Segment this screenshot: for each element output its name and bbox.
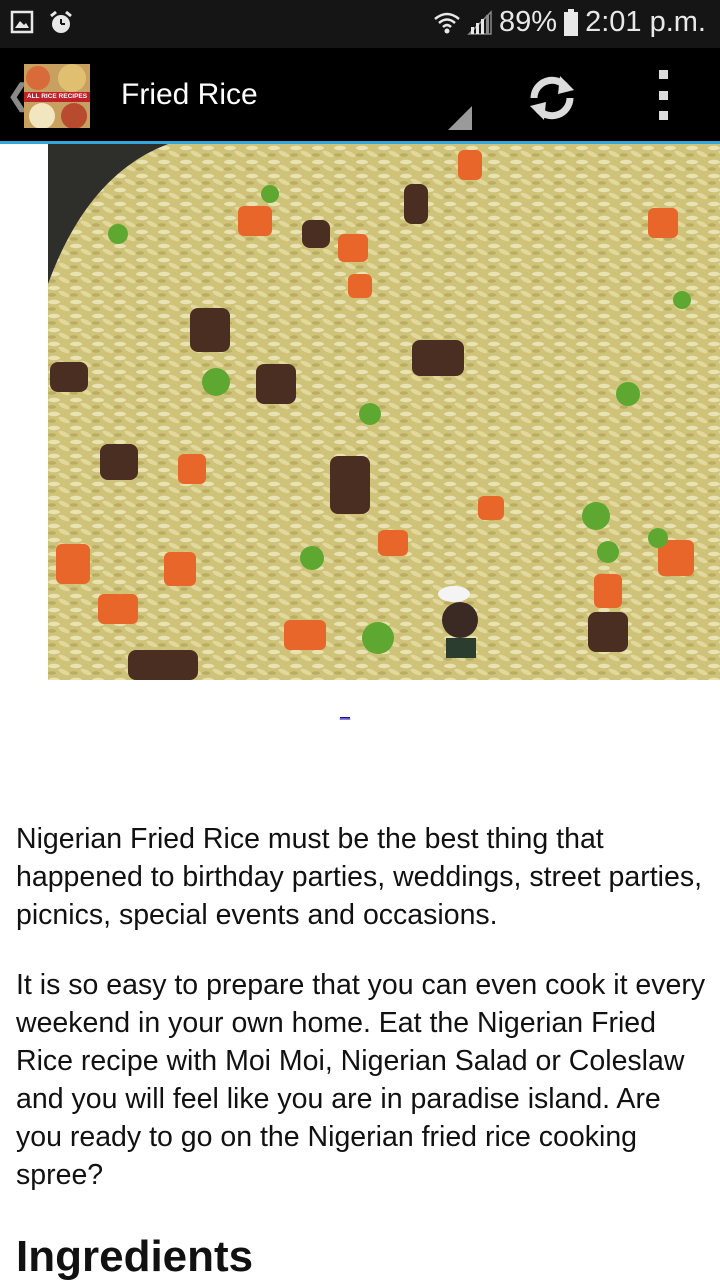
app-icon-text: ALL RICE RECIPES: [26, 93, 88, 100]
battery-percent: 89%: [499, 6, 558, 38]
spinner-indicator[interactable]: [448, 106, 472, 130]
alarm-icon: [50, 10, 72, 33]
overflow-menu-icon: [658, 70, 668, 79]
battery-icon: [564, 8, 579, 36]
refresh-button[interactable]: [522, 68, 582, 128]
status-bar: 89% 2:01 p.m.: [0, 0, 720, 48]
signal-icon: [467, 9, 492, 35]
clock: 2:01 p.m.: [585, 6, 706, 38]
image-link[interactable]: _: [340, 700, 350, 721]
recipe-image: [48, 144, 720, 680]
action-bar: ❮ ALL RICE RECIPES Fried Rice: [0, 48, 720, 144]
app-icon[interactable]: ALL RICE RECIPES: [24, 64, 90, 128]
intro-paragraph: Nigerian Fried Rice must be the best thi…: [16, 823, 703, 931]
status-right: 89% 2:01 p.m.: [433, 6, 706, 39]
overflow-menu-button[interactable]: [648, 70, 678, 120]
description-paragraph: It is so easy to prepare that you can ev…: [16, 969, 706, 1191]
wifi-icon: [434, 12, 460, 33]
refresh-icon: [530, 76, 574, 120]
page-title[interactable]: Fried Rice: [121, 78, 258, 112]
status-left-icons: [10, 10, 74, 36]
image-icon: [10, 10, 34, 34]
ingredients-heading: Ingredients: [16, 1232, 254, 1281]
